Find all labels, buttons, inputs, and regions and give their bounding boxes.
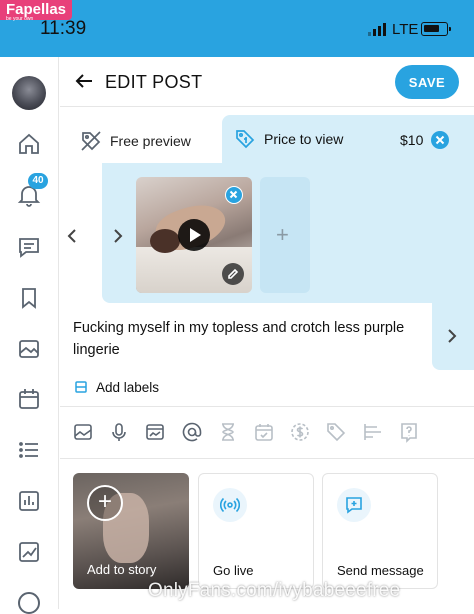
trend-chart-icon[interactable] [16, 539, 42, 565]
at-icon[interactable] [181, 421, 203, 443]
bar-chart-icon[interactable] [16, 488, 42, 514]
side-strip [432, 303, 474, 370]
caption-text[interactable]: Fucking myself in my topless and crotch … [73, 317, 418, 361]
poll-icon[interactable] [362, 421, 384, 443]
chat-icon[interactable] [16, 234, 42, 260]
profile-icon[interactable] [18, 592, 40, 614]
go-live-label: Go live [213, 563, 254, 578]
price-panel: Price to view $10 [222, 115, 474, 163]
bookmark-icon[interactable] [16, 285, 42, 311]
send-message-card[interactable]: Send message [322, 473, 438, 589]
message-plus-icon [337, 488, 371, 522]
messages-badge: 40 [28, 173, 48, 189]
play-icon[interactable] [178, 219, 210, 251]
watermark-logo: Fapellas be your own [0, 0, 73, 22]
plus-icon: + [276, 222, 289, 247]
add-labels-button[interactable]: Add labels [74, 377, 159, 397]
page-title: EDIT POST [105, 72, 203, 92]
hourglass-icon[interactable] [217, 421, 239, 443]
go-live-card[interactable]: Go live [198, 473, 314, 589]
calendar-icon[interactable] [16, 386, 42, 412]
edit-media-icon[interactable] [222, 263, 244, 285]
broadcast-icon [213, 488, 247, 522]
free-tag-icon [81, 131, 101, 151]
header: EDIT POST SAVE [60, 57, 474, 107]
image-icon[interactable] [16, 336, 42, 362]
footer-watermark: OnlyFans.com/ivybabeeefree [148, 580, 401, 601]
tag-icon[interactable] [325, 421, 347, 443]
gallery-icon[interactable] [144, 421, 166, 443]
clear-price-icon[interactable] [431, 131, 449, 149]
dollar-icon[interactable] [289, 421, 311, 443]
status-bar: Fapellas be your own 11:39 LTE [0, 0, 474, 57]
home-icon[interactable] [16, 131, 42, 157]
label-icon [75, 381, 87, 393]
network-type: LTE [392, 21, 419, 38]
status-time: 11:39 [40, 18, 87, 39]
plus-icon: + [87, 485, 123, 521]
add-media-button[interactable]: + [260, 177, 310, 293]
list-icon[interactable] [16, 437, 42, 463]
divider [60, 406, 474, 407]
save-button[interactable]: SAVE [395, 65, 459, 99]
add-to-story-label: Add to story [87, 562, 157, 577]
tab-price-to-view[interactable]: Price to view [234, 128, 343, 150]
signal-icon [368, 23, 386, 36]
send-message-label: Send message [337, 563, 424, 578]
divider [60, 458, 474, 459]
remove-media-icon[interactable] [225, 186, 243, 204]
post-toolbar [72, 421, 420, 445]
image-icon[interactable] [72, 421, 94, 443]
microphone-icon[interactable] [108, 421, 130, 443]
chevron-right-icon[interactable] [110, 226, 126, 246]
chevron-right-icon[interactable] [445, 327, 459, 345]
add-labels-label: Add labels [96, 379, 160, 395]
calendar-check-icon[interactable] [253, 421, 275, 443]
free-preview-label: Free preview [110, 133, 191, 149]
caption-field[interactable]: Fucking myself in my topless and crotch … [60, 303, 432, 367]
back-arrow-icon[interactable] [72, 69, 96, 93]
price-to-view-label: Price to view [264, 131, 344, 147]
quiz-icon[interactable] [398, 421, 420, 443]
add-to-story-card[interactable]: + Add to story [73, 473, 189, 589]
chevron-left-icon[interactable] [65, 226, 81, 246]
price-tag-icon [236, 130, 255, 149]
avatar[interactable] [12, 76, 46, 110]
price-value[interactable]: $10 [400, 132, 423, 148]
battery-icon [421, 22, 451, 36]
tab-free-preview[interactable]: Free preview [80, 127, 191, 155]
